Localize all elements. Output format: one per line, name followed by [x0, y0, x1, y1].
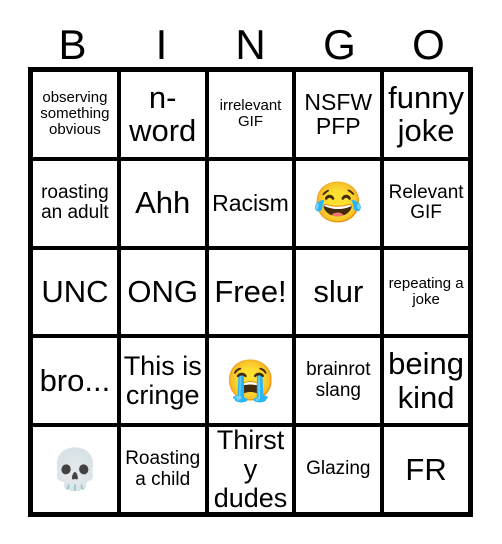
- bingo-cell[interactable]: irrelevant GIF: [208, 72, 293, 157]
- bingo-cell[interactable]: n-word: [120, 72, 205, 157]
- bingo-cell-label: FR: [405, 451, 447, 487]
- bingo-cell-label: being kind: [388, 346, 465, 415]
- bingo-cell-label: repeating a joke: [388, 274, 464, 308]
- bingo-cell[interactable]: repeating a joke: [384, 249, 468, 335]
- bingo-cell-label: n-word: [129, 79, 197, 149]
- face-with-tears-of-joy-emoji: 😂: [313, 181, 364, 226]
- bingo-cell[interactable]: Relevant GIF: [384, 160, 468, 246]
- bingo-header-letter-b: B: [58, 21, 87, 68]
- bingo-cell-label: NSFW PFP: [304, 88, 373, 140]
- bingo-cell-label: Relevant GIF: [388, 181, 464, 224]
- bingo-cell[interactable]: being kind: [384, 338, 468, 424]
- bingo-cell[interactable]: slur: [296, 249, 381, 335]
- bingo-cell-label: brainrot slang: [306, 359, 371, 401]
- bingo-cell-label: ONG: [127, 274, 198, 310]
- bingo-grid: observing something obvious n-word irrel…: [28, 67, 473, 517]
- bingo-cell-label: UNC: [41, 274, 109, 310]
- bingo-cell[interactable]: Roasting a child: [120, 427, 205, 512]
- bingo-cell[interactable]: Racism: [208, 160, 293, 246]
- bingo-card: B I N G O observing something obvious n-…: [0, 0, 502, 544]
- bingo-cell[interactable]: Ahh: [120, 160, 205, 246]
- bingo-cell[interactable]: bro...: [33, 338, 117, 424]
- bingo-cell-label: Racism: [212, 189, 289, 216]
- bingo-cell[interactable]: Glazing: [296, 427, 381, 512]
- bingo-cell-label: slur: [313, 274, 364, 310]
- bingo-cell-label: Glazing: [306, 458, 371, 480]
- bingo-cell[interactable]: brainrot slang: [296, 338, 381, 424]
- skull-emoji: 💀: [49, 447, 100, 492]
- bingo-cell[interactable]: 💀: [33, 427, 117, 512]
- bingo-cell[interactable]: roasting an adult: [33, 160, 117, 246]
- bingo-cell[interactable]: 😭: [208, 338, 293, 424]
- bingo-header-letter-o: O: [412, 21, 445, 68]
- bingo-cell[interactable]: Thirsty dudes: [208, 427, 293, 512]
- bingo-cell-label: This is cringe: [123, 350, 202, 410]
- bingo-cell[interactable]: FR: [384, 427, 468, 512]
- bingo-cell[interactable]: funny joke: [384, 72, 468, 157]
- bingo-cell[interactable]: UNC: [33, 249, 117, 335]
- bingo-cell-label: bro...: [39, 363, 111, 399]
- bingo-header-letter-i: I: [155, 21, 168, 68]
- bingo-cell-label: roasting an adult: [41, 181, 109, 224]
- bingo-cell-label: Free!: [214, 274, 287, 310]
- bingo-header-letter-g: G: [323, 21, 356, 68]
- loudly-crying-face-emoji: 😭: [225, 358, 276, 403]
- bingo-cell[interactable]: This is cringe: [120, 338, 205, 424]
- bingo-cell[interactable]: ONG: [120, 249, 205, 335]
- bingo-cell-label: Ahh: [135, 185, 191, 221]
- bingo-cell[interactable]: NSFW PFP: [296, 72, 381, 157]
- bingo-cell-label: Roasting a child: [125, 448, 201, 490]
- bingo-cell-free-space[interactable]: Free!: [208, 249, 293, 335]
- bingo-cell[interactable]: 😂: [296, 160, 381, 246]
- bingo-cell[interactable]: observing something obvious: [33, 72, 117, 157]
- bingo-cell-label: funny joke: [388, 79, 465, 149]
- bingo-cell-label: irrelevant GIF: [219, 97, 282, 131]
- bingo-cell-label: Thirsty dudes: [213, 427, 288, 512]
- bingo-cell-label: observing something obvious: [40, 89, 110, 139]
- bingo-header-letters: B I N G O: [28, 14, 473, 67]
- bingo-header-letter-n: N: [235, 21, 266, 68]
